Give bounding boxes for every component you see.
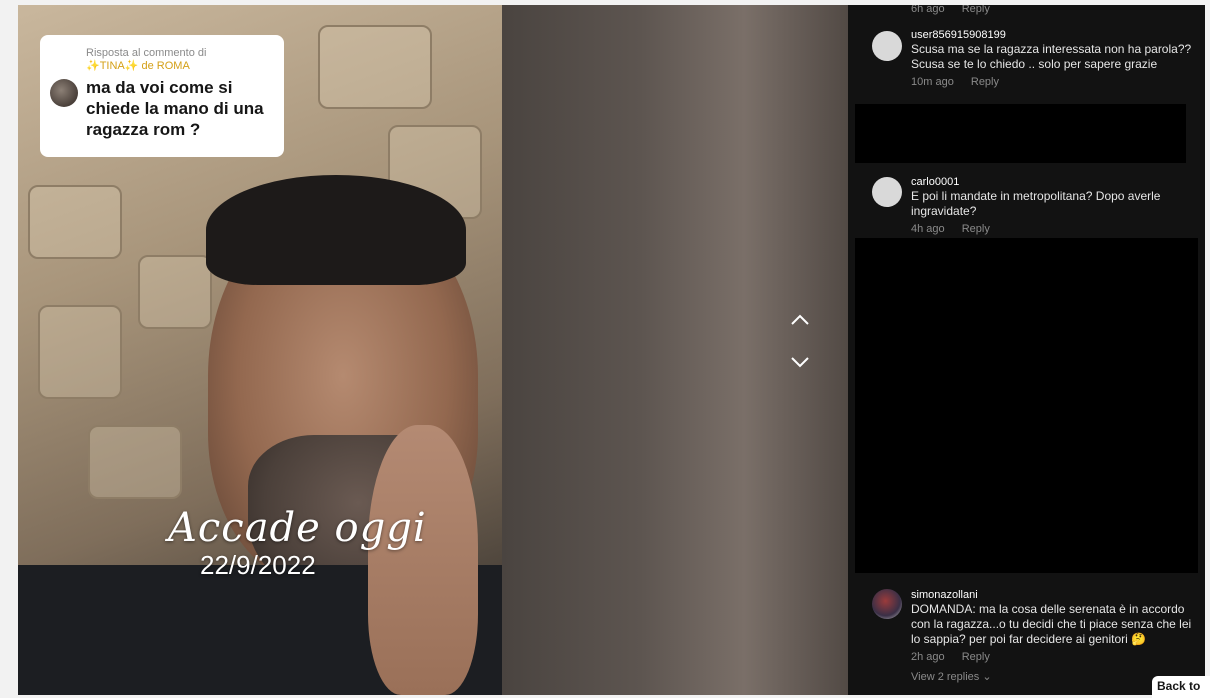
comment-body: simonazollani DOMANDA: ma la cosa delle … <box>911 589 1193 683</box>
comment-meta: 10m ago Reply <box>911 75 1193 89</box>
comment-username[interactable]: simonazollani <box>911 589 1193 602</box>
reply-button[interactable]: Reply <box>962 651 990 663</box>
comment-body: carlo0001 E poi li mandate in metropolit… <box>911 176 1193 236</box>
comment-time: 10m ago <box>911 76 954 88</box>
reply-button[interactable]: Reply <box>962 5 990 15</box>
video-player[interactable]: Risposta al commento di ✨TINA✨ de ROMA m… <box>18 5 848 695</box>
comment-time: 2h ago <box>911 651 945 663</box>
comment-text: Scusa ma se la ragazza interessata non h… <box>911 42 1192 71</box>
comment-text: DOMANDA: ma la cosa delle serenata è in … <box>911 602 1192 646</box>
video-frame[interactable]: Risposta al commento di ✨TINA✨ de ROMA m… <box>18 5 502 695</box>
hidden-media-placeholder <box>855 104 1186 163</box>
reply-header: Risposta al commento di ✨TINA✨ de ROMA <box>86 47 272 73</box>
comment-meta: 2h ago Reply <box>911 650 1193 664</box>
reply-header-prefix: Risposta al commento di <box>86 47 207 59</box>
comment-meta: 6h ago Reply <box>911 5 1004 16</box>
wall-stone <box>88 425 182 499</box>
comment-time: 4h ago <box>911 223 945 235</box>
wall-stone <box>138 255 212 329</box>
comment-username[interactable]: user856915908199 <box>911 29 1193 42</box>
reply-button[interactable]: Reply <box>971 76 999 88</box>
avatar[interactable] <box>872 31 902 61</box>
next-video-button[interactable] <box>786 348 814 376</box>
comment-meta: 4h ago Reply <box>911 222 1193 236</box>
comment-body: user856915908199 Scusa ma se la ragazza … <box>911 29 1193 89</box>
reply-avatar <box>50 79 78 107</box>
wall-stone <box>38 305 122 399</box>
comments-panel[interactable]: 6h ago Reply user856915908199 Scusa ma s… <box>848 5 1205 695</box>
wall-stone <box>28 185 122 259</box>
overlay-date: 22/9/2022 <box>200 550 316 580</box>
reply-comment-bubble: Risposta al commento di ✨TINA✨ de ROMA m… <box>40 35 284 157</box>
reply-header-user: ✨TINA✨ de ROMA <box>86 60 190 72</box>
view-replies-button[interactable]: View 2 replies ⌄ <box>911 670 1193 683</box>
previous-video-button[interactable] <box>786 306 814 334</box>
hidden-media-placeholder <box>855 238 1198 573</box>
avatar[interactable] <box>872 589 902 619</box>
person-hair <box>206 175 466 285</box>
comment-username[interactable]: carlo0001 <box>911 176 1193 189</box>
comment-time: 6h ago <box>911 5 945 15</box>
avatar[interactable] <box>872 177 902 207</box>
wall-stone <box>318 25 432 109</box>
reply-button[interactable]: Reply <box>962 223 990 235</box>
overlay-title: Accade oggi <box>168 505 427 551</box>
person-hand <box>368 425 478 695</box>
comment-text: E poi li mandate in metropolitana? Dopo … <box>911 189 1161 218</box>
chevron-down-icon <box>791 357 809 368</box>
reply-text: ma da voi come si chiede la mano di una … <box>86 78 264 139</box>
chevron-up-icon <box>791 314 809 325</box>
